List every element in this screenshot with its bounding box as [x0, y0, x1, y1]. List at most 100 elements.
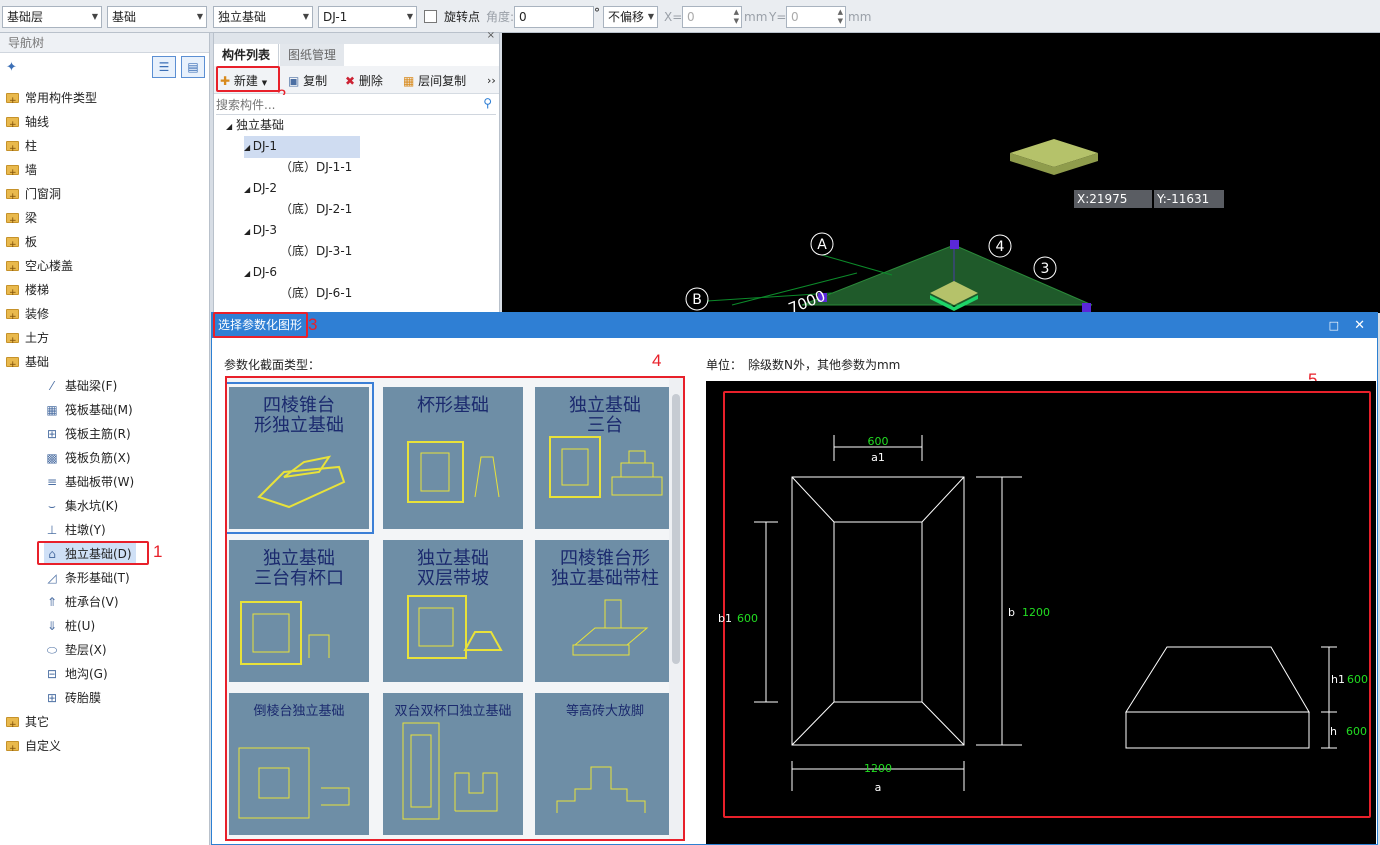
nav-child-item[interactable]: ⁄ 基础梁(F) [44, 375, 117, 397]
folder-icon [6, 282, 19, 304]
list-view-icon[interactable]: ☰ [152, 56, 176, 78]
axis-label-3: 3 [1041, 261, 1050, 277]
tree-subitem[interactable]: （底）DJ-6-1 [280, 283, 352, 303]
nav-child-item[interactable]: ⇓ 桩(U) [44, 615, 95, 637]
nav-folder-item[interactable]: 轴线 [6, 111, 49, 136]
search-input[interactable] [216, 95, 466, 114]
nav-folder-item[interactable]: 其它 [6, 711, 49, 736]
nav-folder-item[interactable]: 板 [6, 231, 37, 256]
thumbnail-sketch [257, 455, 346, 509]
shape-thumbnail[interactable]: 杯形基础 [383, 387, 523, 529]
shape-thumbnail[interactable]: 四棱锥台形 独立基础带柱 [535, 540, 675, 682]
shape-thumbnail[interactable]: 双台双杯口独立基础 [383, 693, 523, 835]
plan-edge [791, 701, 835, 746]
nav-folder-item[interactable]: 自定义 [6, 735, 61, 760]
shape-thumbnail[interactable]: 独立基础 双层带坡 [383, 540, 523, 682]
scrollbar-thumb[interactable] [672, 394, 680, 664]
dimension-label: 7000 [786, 287, 828, 313]
search-field[interactable]: ⚲ [216, 95, 496, 115]
nav-child-item[interactable]: ▩ 筏板负筋(X) [44, 447, 130, 469]
close-icon[interactable]: × [487, 30, 495, 41]
tree-item[interactable]: ◢ DJ-1 [244, 136, 360, 158]
tab-component-list[interactable]: 构件列表 [214, 44, 280, 66]
value-b: 1200 [1022, 606, 1050, 619]
tree-item[interactable]: ◢ DJ-3 [244, 220, 277, 242]
scrollbar[interactable] [669, 378, 683, 839]
nav-folder-item[interactable]: 墙 [6, 159, 37, 184]
nav-child-label: 筏板基础(M) [65, 403, 133, 417]
tree-subitem[interactable]: （底）DJ-1-1 [280, 157, 352, 177]
delete-button[interactable]: ✖ 删除 [345, 71, 383, 91]
angle-value: 0 [519, 10, 527, 24]
type-select[interactable]: 基础 ▼ [107, 6, 207, 28]
floor-copy-button[interactable]: ▦ 层间复制 [403, 71, 466, 91]
tree-item[interactable]: ◢ DJ-2 [244, 178, 277, 200]
nav-folder-item[interactable]: 空心楼盖 [6, 255, 73, 280]
nav-folder-item[interactable]: 装修 [6, 303, 49, 328]
highlight-box-1 [37, 541, 149, 565]
nav-folder-item[interactable]: 常用构件类型 [6, 87, 97, 112]
nav-folder-item[interactable]: 梁 [6, 207, 37, 232]
close-icon[interactable]: ✕ [1354, 313, 1365, 338]
label-a: a [875, 781, 882, 794]
nav-child-label: 垫层(X) [65, 643, 107, 657]
nav-child-item[interactable]: ⊟ 地沟(G) [44, 663, 108, 685]
thumbnail-sketch [556, 766, 646, 813]
more-button[interactable]: ›› [487, 71, 496, 91]
nav-child-item[interactable]: ◿ 条形基础(T) [44, 567, 129, 589]
beam-icon: ⁄ [50, 379, 53, 393]
viewport-canvas: A B 4 3 7000 [685, 139, 1098, 313]
nav-folder-item[interactable]: 楼梯 [6, 279, 49, 304]
x-label: X= [664, 10, 683, 24]
nav-child-item[interactable]: ≡ 基础板带(W) [44, 471, 134, 493]
nav-child-label: 桩(U) [65, 619, 96, 633]
unit-text: 除级数N外，其他参数为mm [748, 358, 901, 372]
copy-button[interactable]: ▣ 复制 [288, 71, 327, 91]
rotate-checkbox[interactable] [424, 10, 437, 23]
nav-child-item[interactable]: ⬭ 垫层(X) [44, 639, 107, 661]
nav-child-item[interactable]: ⌣ 集水坑(K) [44, 495, 118, 517]
pile-icon: ⇓ [46, 619, 58, 633]
nav-folder-item[interactable]: 土方 [6, 327, 50, 352]
tree-item[interactable]: ◢ DJ-6 [244, 262, 277, 284]
nav-child-item[interactable]: ▦ 筏板基础(M) [44, 399, 133, 421]
nav-folder-label: 土方 [25, 331, 50, 345]
offset-select[interactable]: 不偏移 ▼ [603, 6, 658, 28]
nav-folder-item[interactable]: 基础 [6, 351, 49, 376]
nav-folder-label: 门窗洞 [25, 187, 62, 201]
sparkle-icon[interactable]: ✦ [6, 60, 17, 75]
folder-icon [6, 714, 19, 736]
spinner-icon: ▲ ▼ [837, 8, 843, 25]
shape-thumbnail[interactable]: 独立基础 三台有杯口 [229, 540, 369, 682]
shape-thumbnail[interactable]: 倒棱台独立基础 [229, 693, 369, 835]
shape-thumbnail[interactable]: 独立基础 三台 [535, 387, 675, 529]
shape-grid: 四棱锥台 形独立基础 杯形基础 独立基础 三台独立基础 三台有杯口 独立基础 双层带坡 四棱锥台… [225, 376, 685, 841]
tree-subitem[interactable]: （底）DJ-2-1 [280, 199, 352, 219]
shape-thumbnail[interactable]: 等高砖大放脚 [535, 693, 675, 835]
delete-label: 删除 [358, 74, 383, 88]
search-icon[interactable]: ⚲ [483, 96, 492, 110]
component-select[interactable]: DJ-1 ▼ [318, 6, 417, 28]
tree-subitem[interactable]: （底）DJ-3-1 [280, 241, 352, 261]
category-select[interactable]: 独立基础 ▼ [213, 6, 313, 28]
floor-select[interactable]: 基础层 ▼ [2, 6, 102, 28]
shape-thumbnail[interactable]: 四棱锥台 形独立基础 [227, 382, 374, 534]
axis-label-b: B [692, 292, 702, 308]
x-input[interactable]: 0 ▲ ▼ [682, 6, 742, 28]
chevron-down-icon: ▼ [91, 12, 98, 21]
tab-drawing-manage[interactable]: 图纸管理 [280, 44, 345, 66]
nav-child-item[interactable]: ⊥ 柱墩(Y) [44, 519, 106, 541]
nav-folder-item[interactable]: 柱 [6, 135, 37, 160]
3d-viewport[interactable]: A B 4 3 7000 X:21975 Y:-11631 [502, 33, 1380, 313]
card-view-icon[interactable]: ▤ [181, 56, 205, 78]
nav-child-item[interactable]: ⊞ 筏板主筋(R) [44, 423, 131, 445]
nav-child-item[interactable]: ⇑ 桩承台(V) [44, 591, 119, 613]
angle-input[interactable]: 0 [514, 6, 594, 28]
maximize-icon[interactable]: □ [1329, 313, 1339, 338]
nav-folder-item[interactable]: 门窗洞 [6, 183, 62, 208]
cushion-icon: ⬭ [46, 643, 58, 657]
tree-root[interactable]: ◢ 独立基础 [226, 115, 284, 137]
nav-child-item[interactable]: ⊞ 砖胎膜 [44, 687, 101, 709]
nav-title: 导航树 [0, 33, 209, 53]
y-input[interactable]: 0 ▲ ▼ [786, 6, 846, 28]
